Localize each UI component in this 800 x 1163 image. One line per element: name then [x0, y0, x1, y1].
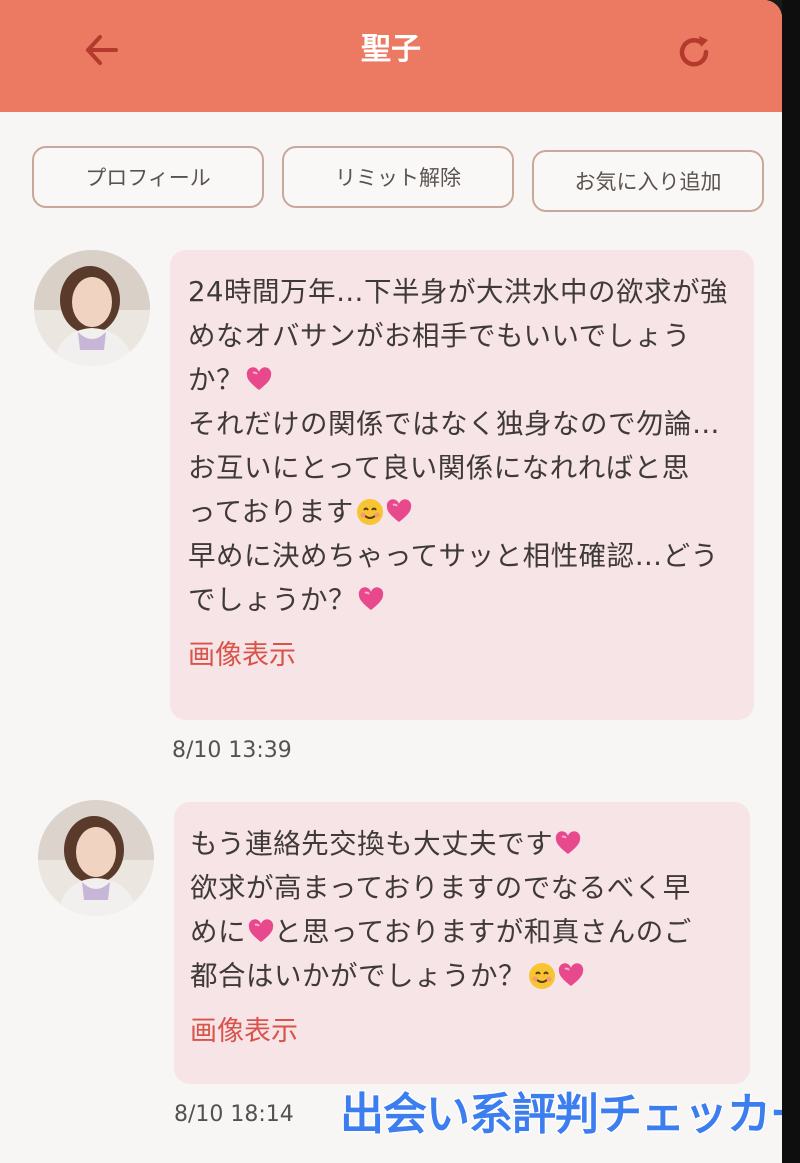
avatar[interactable]: [34, 250, 150, 366]
message-text: 都合はいかがでしょうか？: [190, 960, 526, 992]
smiling-face-icon: [529, 963, 555, 989]
pink-heart-icon: [386, 499, 411, 522]
page-title: 聖子: [361, 32, 421, 67]
message-text: もう連絡先交換も大丈夫です: [190, 828, 554, 860]
pink-heart-icon: [358, 587, 384, 610]
pink-heart-icon: [248, 919, 274, 942]
message-text: 24時間万年…下半身が大洪水中の欲求が強: [188, 276, 728, 308]
smiling-face-icon: [356, 499, 383, 525]
message-text: っております: [188, 496, 354, 528]
add-favorite-button[interactable]: お気に入り追加: [532, 150, 764, 212]
message-text: めなオバサンがお相手でもいいでしょう: [188, 320, 691, 352]
avatar-photo: [38, 800, 154, 916]
refresh-icon[interactable]: [672, 30, 716, 74]
pink-heart-icon: [556, 831, 581, 854]
watermark: 出会い系評判チェッカー: [339, 1088, 782, 1141]
message-line: っております: [188, 490, 738, 534]
message-bubble: もう連絡先交換も大丈夫です 欲求が高まっておりますのでなるべく早 めに と思ってお…: [174, 802, 750, 1084]
avatar[interactable]: [38, 800, 154, 916]
view-image-link[interactable]: 画像表示: [190, 1010, 298, 1054]
message-timestamp: 8/10 13:39: [172, 738, 292, 763]
message-text: お互いにとって良い関係になれればと思: [188, 452, 690, 484]
message-line: か？: [188, 358, 738, 402]
message-text: 欲求が高まっておりますのでなるべく早: [190, 872, 691, 904]
message-line: でしょうか？: [188, 578, 738, 622]
message-timestamp: 8/10 18:14: [174, 1102, 294, 1127]
message-text: でしょうか？: [188, 584, 356, 616]
message-text: めに: [190, 916, 246, 948]
message-line: もう連絡先交換も大丈夫です: [190, 822, 734, 866]
message-text: それだけの関係ではなく独身なので勿論…: [188, 408, 720, 440]
message-line: 都合はいかがでしょうか？: [190, 954, 734, 998]
message-text: 早めに決めちゃってサッと相性確認…どう: [188, 540, 719, 572]
device-bezel: [782, 0, 800, 1163]
chat-screen: 聖子 プロフィール リミット解除 お気に入り追加 24時間万年…下半身が大洪水中…: [0, 0, 782, 1163]
pink-heart-icon: [558, 963, 584, 986]
message-line: めに と思っておりますが和真さんのご: [190, 910, 734, 954]
message-bubble: 24時間万年…下半身が大洪水中の欲求が強 めなオバサンがお相手でもいいでしょう …: [170, 250, 754, 720]
profile-button[interactable]: プロフィール: [32, 146, 264, 208]
header-bar: 聖子: [0, 0, 782, 112]
view-image-link[interactable]: 画像表示: [188, 634, 296, 678]
message-text: か？: [188, 364, 244, 396]
limit-release-button[interactable]: リミット解除: [282, 146, 514, 208]
avatar-photo: [34, 250, 150, 366]
pink-heart-icon: [246, 367, 272, 390]
message-text: と思っておりますが和真さんのご: [274, 916, 692, 948]
